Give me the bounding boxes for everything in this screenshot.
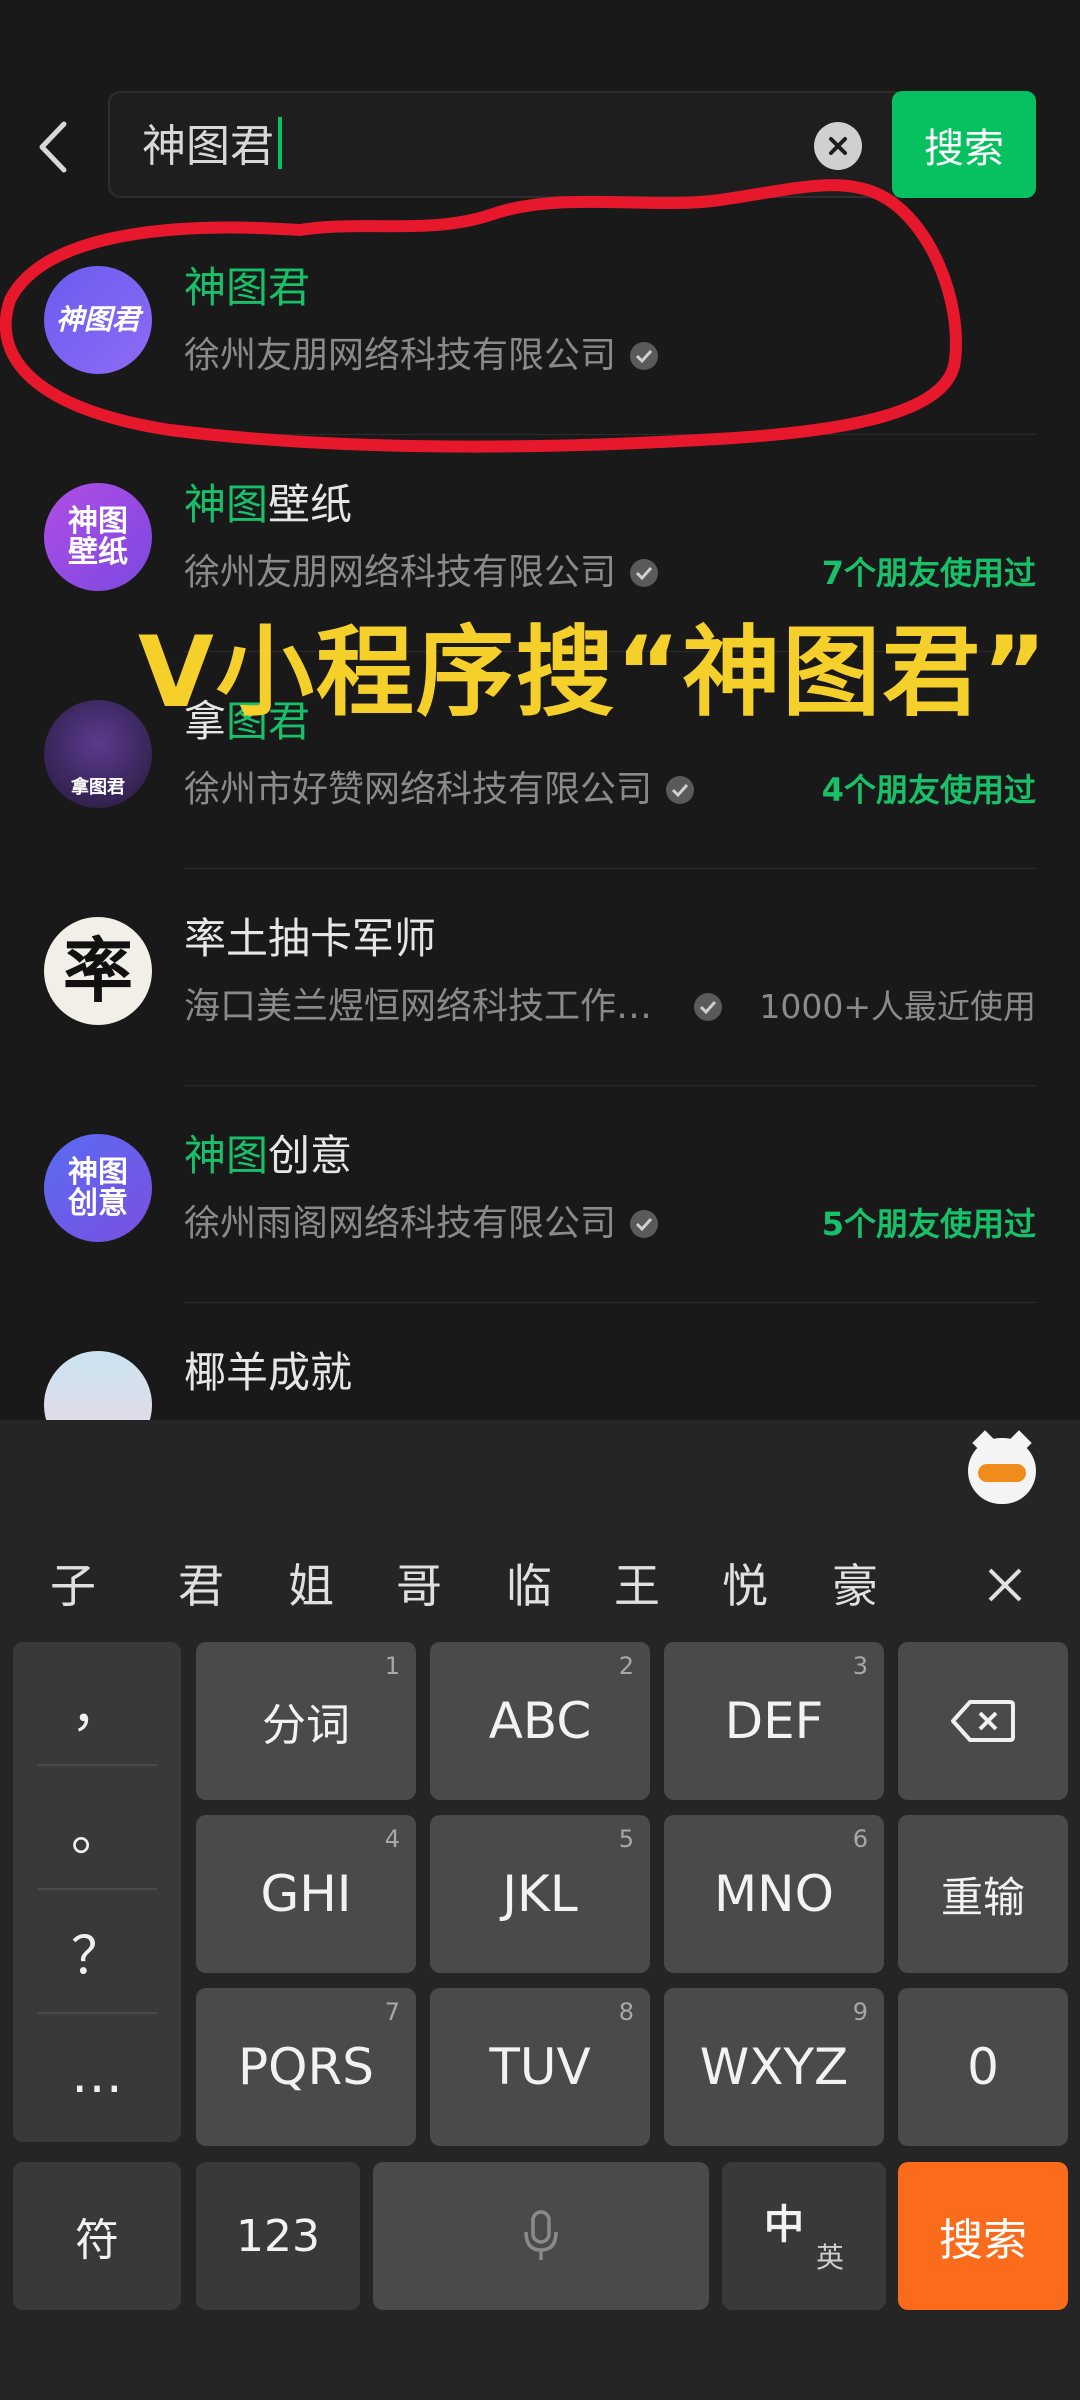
backspace-key[interactable] bbox=[898, 1642, 1068, 1800]
chevron-left-icon bbox=[39, 121, 67, 173]
key-tuv[interactable]: TUV 8 bbox=[430, 1988, 650, 2146]
result-title: 神图壁纸 bbox=[184, 480, 353, 529]
keyboard-toolbar bbox=[0, 1420, 1080, 1520]
candidate-bar: 子 君 姐 哥 临 王 悦 豪 bbox=[0, 1520, 1080, 1660]
result-company: 徐州雨阁网络科技有限公司 bbox=[184, 1198, 660, 1250]
punctuation-key[interactable]: ？ bbox=[13, 1890, 181, 2012]
search-button[interactable]: 搜索 bbox=[892, 91, 1036, 198]
punctuation-key[interactable]: … bbox=[13, 2014, 181, 2136]
symbol-key[interactable]: 符 bbox=[13, 2162, 181, 2310]
candidate-word[interactable]: 君 bbox=[178, 1556, 224, 1616]
list-item[interactable]: 率 率土抽卡军师 海口美兰煜恒网络科技工作… 1000+人最近使用 bbox=[0, 869, 1080, 1086]
recent-users-count: 1000+人最近使用 bbox=[759, 987, 1036, 1026]
candidate-word[interactable]: 哥 bbox=[396, 1556, 442, 1616]
key-jkl[interactable]: JKL 5 bbox=[430, 1815, 650, 1973]
result-title: 率土抽卡军师 bbox=[184, 914, 437, 963]
friends-used-count: 4个朋友使用过 bbox=[821, 771, 1036, 809]
close-icon bbox=[988, 1568, 1022, 1602]
candidate-word[interactable]: 姐 bbox=[288, 1556, 334, 1616]
key-fenci[interactable]: 分词 1 bbox=[196, 1642, 416, 1800]
verified-badge-icon bbox=[628, 340, 660, 372]
result-title: 椰羊成就 bbox=[184, 1348, 353, 1397]
zh-label: 中 bbox=[764, 2202, 804, 2248]
result-list: 神图君 神图君 徐州友朋网络科技有限公司 神图壁纸 神图壁纸 徐州友朋网络科技有… bbox=[0, 218, 1080, 1520]
key-def[interactable]: DEF 3 bbox=[664, 1642, 884, 1800]
screen: 神图君 搜索 神图君 神图君 徐州友朋网络科技有限公司 神图壁纸 神图壁纸 徐州… bbox=[0, 0, 1080, 2400]
key-wxyz[interactable]: WXYZ 9 bbox=[664, 1988, 884, 2146]
verified-badge-icon bbox=[692, 991, 724, 1023]
key-abc[interactable]: ABC 2 bbox=[430, 1642, 650, 1800]
language-switch-key[interactable]: 中 英 bbox=[722, 2162, 886, 2310]
search-input[interactable]: 神图君 bbox=[108, 91, 908, 198]
numeric-key[interactable]: 123 bbox=[196, 2162, 360, 2310]
friends-used-count: 5个朋友使用过 bbox=[821, 1205, 1036, 1243]
avatar: 率 bbox=[44, 917, 152, 1025]
ime-keyboard: 子 君 姐 哥 临 王 悦 豪 ， 。 ？ … 分词 1 ABC 2 DEF 3… bbox=[0, 1420, 1080, 2400]
result-company: 徐州友朋网络科技有限公司 bbox=[184, 547, 660, 599]
candidate-word[interactable]: 王 bbox=[614, 1556, 660, 1616]
key-mno[interactable]: MNO 6 bbox=[664, 1815, 884, 1973]
close-icon bbox=[829, 137, 847, 155]
avatar: 神图创意 bbox=[44, 1134, 152, 1242]
list-item[interactable]: 神图创意 神图创意 徐州雨阁网络科技有限公司 5个朋友使用过 bbox=[0, 1086, 1080, 1303]
result-company: 徐州友朋网络科技有限公司 bbox=[184, 330, 660, 382]
result-title: 神图创意 bbox=[184, 1131, 353, 1180]
friends-used-count: 7个朋友使用过 bbox=[821, 554, 1036, 592]
verified-badge-icon bbox=[628, 557, 660, 589]
reinput-key[interactable]: 重输 bbox=[898, 1815, 1068, 1973]
zero-key[interactable]: 0 bbox=[898, 1988, 1068, 2146]
punctuation-key[interactable]: ， bbox=[13, 1642, 181, 1764]
close-candidates-button[interactable] bbox=[980, 1560, 1030, 1610]
punctuation-column: ， 。 ？ … bbox=[13, 1642, 181, 2142]
ime-mascot-icon[interactable] bbox=[968, 1430, 1036, 1504]
list-item[interactable]: 神图君 神图君 徐州友朋网络科技有限公司 bbox=[0, 218, 1080, 435]
clear-search-button[interactable] bbox=[814, 122, 862, 170]
candidate-word[interactable]: 临 bbox=[506, 1556, 552, 1616]
verified-badge-icon bbox=[628, 1208, 660, 1240]
backspace-icon bbox=[951, 1700, 1015, 1742]
verified-badge-icon bbox=[664, 774, 696, 806]
result-company: 海口美兰煜恒网络科技工作… bbox=[184, 981, 724, 1033]
avatar: 神图壁纸 bbox=[44, 483, 152, 591]
key-ghi[interactable]: GHI 4 bbox=[196, 1815, 416, 1973]
en-label: 英 bbox=[815, 2241, 844, 2274]
punctuation-key[interactable]: 。 bbox=[13, 1766, 181, 1888]
keyboard-search-key[interactable]: 搜索 bbox=[898, 2162, 1068, 2310]
space-voice-key[interactable] bbox=[373, 2162, 709, 2310]
result-title: 神图君 bbox=[184, 263, 311, 312]
result-company: 徐州市好赞网络科技有限公司 bbox=[184, 764, 696, 816]
avatar: 拿图君 bbox=[44, 700, 152, 808]
promo-overlay-text: V小程序搜“神图君” bbox=[138, 616, 1049, 730]
candidate-word[interactable]: 子 bbox=[50, 1556, 96, 1616]
search-query: 神图君 bbox=[142, 117, 282, 175]
text-caret bbox=[278, 117, 282, 169]
microphone-icon bbox=[524, 2210, 558, 2260]
back-button[interactable] bbox=[28, 112, 84, 182]
candidate-word[interactable]: 豪 bbox=[832, 1556, 878, 1616]
key-pqrs[interactable]: PQRS 7 bbox=[196, 1988, 416, 2146]
avatar: 神图君 bbox=[44, 266, 152, 374]
candidate-word[interactable]: 悦 bbox=[722, 1556, 768, 1616]
